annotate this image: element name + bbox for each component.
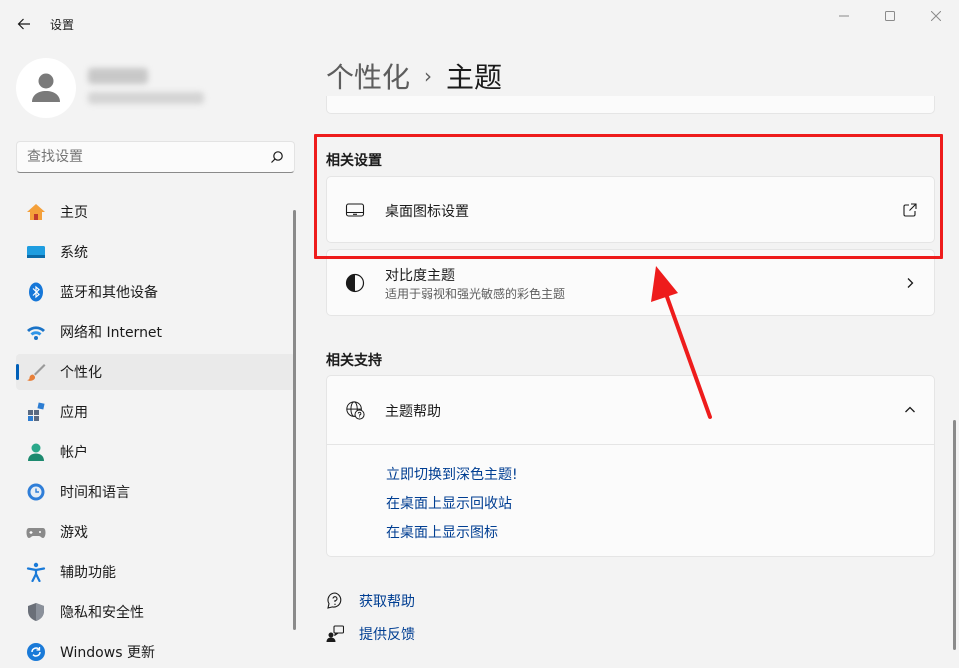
sidebar-item-home[interactable]: 主页 xyxy=(16,194,295,230)
sidebar-item-personalization[interactable]: 个性化 xyxy=(16,354,295,390)
sidebar-item-accessibility[interactable]: 辅助功能 xyxy=(16,554,295,590)
back-button[interactable] xyxy=(10,10,38,38)
maximize-button[interactable] xyxy=(867,0,913,32)
desktop-icon-settings-row[interactable]: 桌面图标设置 xyxy=(326,176,935,243)
profile-email-blurred xyxy=(88,92,204,104)
chevron-right-icon xyxy=(902,275,918,291)
sidebar-item-label: 蓝牙和其他设备 xyxy=(60,285,158,301)
search-icon[interactable] xyxy=(270,150,284,164)
globe-help-icon xyxy=(345,400,365,420)
sidebar-item-label: 个性化 xyxy=(60,365,102,381)
shield-icon xyxy=(26,602,46,622)
theme-help-expander: 主题帮助 立即切换到深色主题! 在桌面上显示回收站 在桌面上显示图标 xyxy=(326,375,935,557)
sidebar-item-privacy[interactable]: 隐私和安全性 xyxy=(16,594,295,630)
sidebar-item-label: 系统 xyxy=(60,245,88,261)
related-support-title: 相关支持 xyxy=(326,353,382,369)
sidebar-item-label: 隐私和安全性 xyxy=(60,605,144,621)
sidebar-item-label: 应用 xyxy=(60,405,88,421)
sidebar-scrollbar[interactable] xyxy=(293,210,296,630)
sidebar-item-label: 主页 xyxy=(60,205,88,221)
wifi-icon xyxy=(26,322,46,342)
monitor-icon xyxy=(345,200,365,220)
home-icon xyxy=(26,202,46,222)
time-language-icon xyxy=(26,482,46,502)
selection-indicator xyxy=(16,364,19,380)
sidebar-item-accounts[interactable]: 帐户 xyxy=(16,434,295,470)
sidebar-item-label: 时间和语言 xyxy=(60,485,130,501)
apps-icon xyxy=(26,402,46,422)
give-feedback-label: 提供反馈 xyxy=(359,627,415,643)
sidebar-item-label: 帐户 xyxy=(60,445,88,461)
back-arrow-icon xyxy=(17,18,30,30)
sidebar-item-label: 网络和 Internet xyxy=(60,325,163,341)
clipped-card xyxy=(326,96,935,114)
bluetooth-icon xyxy=(26,282,46,302)
person-icon xyxy=(32,73,60,102)
contrast-icon xyxy=(345,273,365,293)
external-link-icon xyxy=(902,202,918,218)
contrast-theme-row[interactable]: 对比度主题 适用于弱视和强光敏感的彩色主题 xyxy=(326,249,935,316)
theme-help-label: 主题帮助 xyxy=(385,404,441,420)
chevron-up-icon[interactable] xyxy=(902,402,918,418)
feedback-icon xyxy=(326,625,344,643)
sidebar-item-label: 游戏 xyxy=(60,525,88,541)
minimize-icon xyxy=(839,15,849,17)
desktop-icon-settings-label: 桌面图标设置 xyxy=(385,204,469,220)
contrast-theme-label: 对比度主题 xyxy=(385,268,455,284)
account-icon xyxy=(26,442,46,462)
sidebar-item-gaming[interactable]: 游戏 xyxy=(16,514,295,550)
brush-icon xyxy=(26,362,46,382)
breadcrumb: 个性化 › 主题 xyxy=(326,56,502,96)
sidebar-item-label: 辅助功能 xyxy=(60,565,116,581)
system-icon xyxy=(26,242,46,262)
app-title: 设置 xyxy=(50,18,75,32)
give-feedback-link[interactable]: 提供反馈 xyxy=(326,624,415,644)
contrast-theme-description: 适用于弱视和强光敏感的彩色主题 xyxy=(385,287,566,301)
get-help-link[interactable]: 获取帮助 xyxy=(326,591,415,611)
sidebar-item-windows-update[interactable]: Windows 更新 xyxy=(16,634,295,668)
breadcrumb-parent[interactable]: 个性化 xyxy=(326,56,410,96)
title-bar: 设置 xyxy=(0,0,959,48)
sidebar-item-system[interactable]: 系统 xyxy=(16,234,295,270)
search-box[interactable] xyxy=(16,141,295,173)
help-chat-icon xyxy=(326,592,344,610)
accessibility-icon xyxy=(26,562,46,582)
sidebar-item-network[interactable]: 网络和 Internet xyxy=(16,314,295,350)
divider xyxy=(327,444,934,445)
page-title: 主题 xyxy=(446,61,503,94)
update-icon xyxy=(26,642,46,662)
profile-name-blurred xyxy=(88,68,148,84)
close-icon xyxy=(931,11,941,21)
close-button[interactable] xyxy=(913,0,959,32)
sidebar-nav: 主页 系统 蓝牙和其他设备 网络和 Internet 个性化 应用 帐户 时间和… xyxy=(16,194,295,668)
main-scrollbar[interactable] xyxy=(953,420,956,650)
sidebar-item-bluetooth[interactable]: 蓝牙和其他设备 xyxy=(16,274,295,310)
help-link-desktop-icons[interactable]: 在桌面上显示图标 xyxy=(386,522,498,542)
sidebar-item-time-language[interactable]: 时间和语言 xyxy=(16,474,295,510)
get-help-label: 获取帮助 xyxy=(359,594,415,610)
breadcrumb-separator: › xyxy=(424,64,433,88)
help-link-recycle-bin[interactable]: 在桌面上显示回收站 xyxy=(386,493,512,513)
user-profile[interactable] xyxy=(16,58,286,118)
maximize-icon xyxy=(885,11,895,21)
help-link-dark-theme[interactable]: 立即切换到深色主题! xyxy=(386,464,518,484)
minimize-button[interactable] xyxy=(821,0,867,32)
avatar xyxy=(16,58,76,118)
theme-help-header[interactable]: 主题帮助 xyxy=(327,376,934,444)
sidebar-item-apps[interactable]: 应用 xyxy=(16,394,295,430)
related-settings-title: 相关设置 xyxy=(326,153,382,169)
search-input[interactable] xyxy=(27,142,257,172)
sidebar-item-label: Windows 更新 xyxy=(60,645,155,661)
gaming-icon xyxy=(26,522,46,542)
